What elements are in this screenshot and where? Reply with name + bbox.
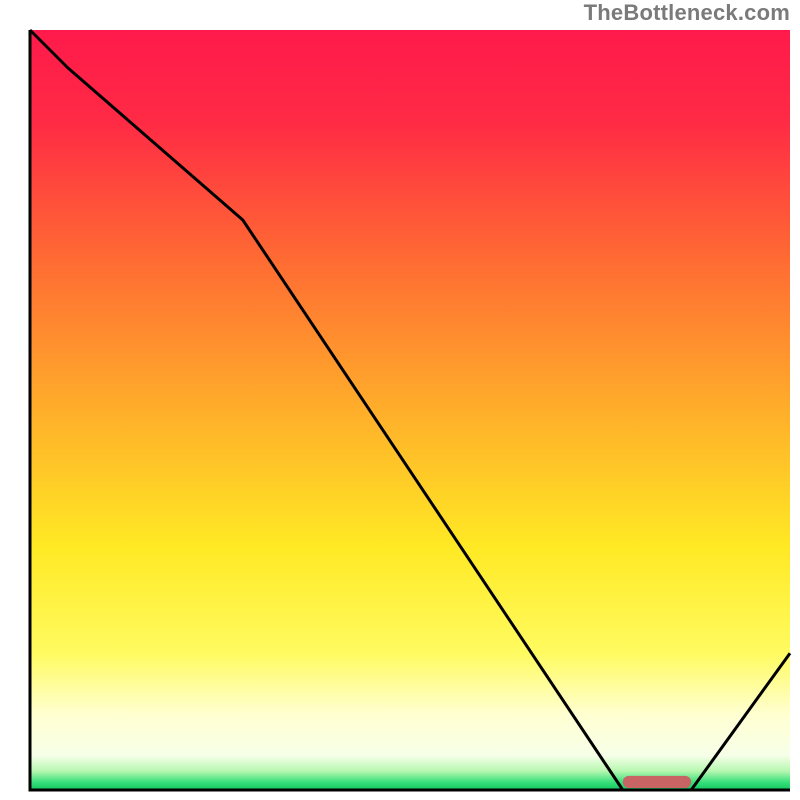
- optimal-band-marker: [623, 776, 691, 788]
- bottleneck-chart: [0, 0, 800, 800]
- chart-container: TheBottleneck.com: [0, 0, 800, 800]
- plot-background: [30, 30, 790, 790]
